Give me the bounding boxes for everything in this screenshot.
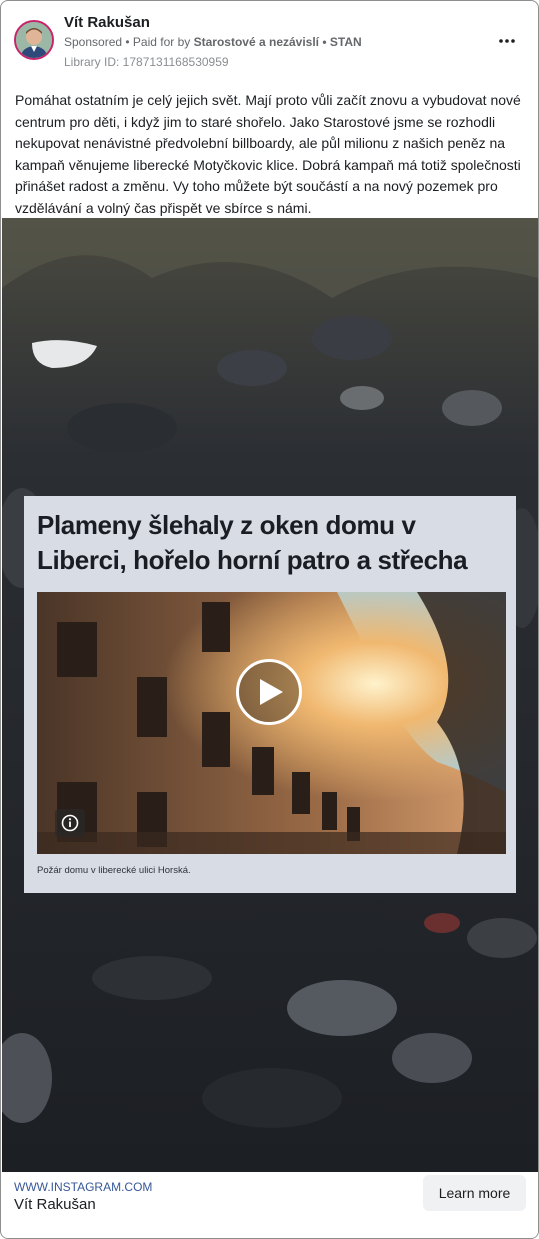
meta-separator: • <box>122 35 133 49</box>
more-horizontal-icon <box>499 39 515 43</box>
post-text: Pomáhat ostatním je celý jejich svět. Ma… <box>15 92 521 216</box>
library-id: Library ID: 1787131168530959 <box>64 55 229 69</box>
learn-more-button[interactable]: Learn more <box>423 1175 526 1211</box>
footer-link-url[interactable]: WWW.INSTAGRAM.COM <box>14 1180 152 1194</box>
ad-video[interactable]: Plameny šlehaly z oken domu v Liberci, h… <box>2 218 538 1172</box>
news-screenshot-card: Plameny šlehaly z oken domu v Liberci, h… <box>24 496 516 893</box>
info-icon <box>61 814 79 832</box>
more-options-button[interactable] <box>495 31 519 51</box>
sponsored-label: Sponsored <box>64 35 123 49</box>
paid-by-link[interactable]: Starostové a nezávislí • STAN <box>194 35 362 49</box>
play-icon <box>260 679 283 705</box>
info-button[interactable] <box>55 809 85 837</box>
news-headline: Plameny šlehaly z oken domu v Liberci, h… <box>37 510 468 575</box>
news-caption: Požár domu v liberecké ulici Horská. <box>37 865 191 876</box>
author-name[interactable]: Vít Rakušan <box>64 14 150 31</box>
video-thumbnail[interactable] <box>37 592 506 854</box>
footer-page-name[interactable]: Vít Rakušan <box>14 1196 96 1213</box>
ad-card: Vít Rakušan Sponsored • Paid for by Star… <box>0 0 539 1239</box>
sponsored-meta: Sponsored • Paid for by Starostové a nez… <box>64 35 362 49</box>
avatar-photo <box>16 22 52 58</box>
play-button[interactable] <box>236 659 302 725</box>
author-avatar[interactable] <box>14 20 54 60</box>
paid-for-prefix: Paid for by <box>132 35 194 49</box>
ad-footer[interactable]: WWW.INSTAGRAM.COM Vít Rakušan Learn more <box>2 1172 538 1238</box>
